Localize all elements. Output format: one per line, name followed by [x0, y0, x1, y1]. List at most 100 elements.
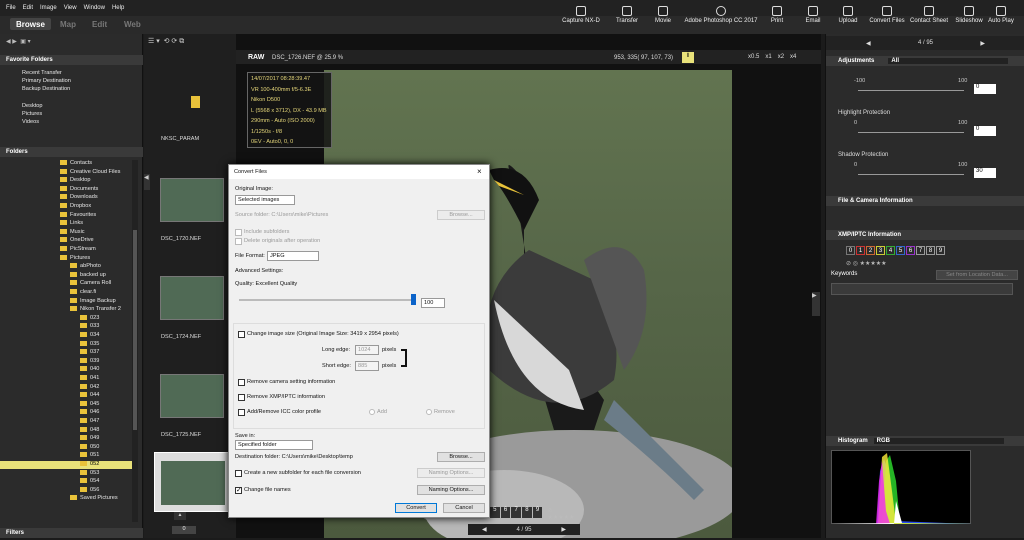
- right-pager[interactable]: ◀ 4 / 95 ▶: [826, 36, 1024, 50]
- collapse-left-arrow[interactable]: ◀: [144, 174, 150, 190]
- slider-track[interactable]: [858, 132, 964, 133]
- capture-nxd-button[interactable]: Capture NX-D: [556, 6, 606, 24]
- subfolder-naming-button[interactable]: Naming Options...: [417, 468, 485, 478]
- color-label-3[interactable]: 3: [876, 246, 885, 255]
- folder-tree-item[interactable]: 040: [0, 366, 132, 374]
- folder-tree-item[interactable]: 042: [0, 384, 132, 392]
- long-edge-field[interactable]: 1024: [355, 345, 379, 355]
- folder-tree-item[interactable]: 047: [0, 418, 132, 426]
- set-from-location-button[interactable]: Set from Location Data...: [936, 270, 1018, 280]
- info-toggle-icon[interactable]: i: [682, 52, 694, 63]
- color-label-9[interactable]: 9: [936, 246, 945, 255]
- rating-stars[interactable]: ⊘ ◎ ★★★★★: [846, 260, 887, 267]
- menu-help[interactable]: Help: [112, 5, 124, 11]
- thumb-scroll-arrow[interactable]: ▲: [174, 512, 186, 520]
- adjustment-slider[interactable]: Highlight Protection 0 100 0: [826, 110, 1024, 152]
- color-label-6[interactable]: 6: [906, 246, 915, 255]
- histogram-header[interactable]: Histogram RGB: [826, 436, 1024, 446]
- folder-tree-item[interactable]: 037: [0, 349, 132, 357]
- thumbnail[interactable]: [160, 374, 224, 418]
- remove-xmp-checkbox[interactable]: [238, 394, 245, 401]
- folder-tree-item[interactable]: Camera Roll: [0, 280, 132, 288]
- icc-remove-radio[interactable]: [426, 409, 432, 415]
- adjustment-slider[interactable]: Shadow Protection 0 100 30: [826, 152, 1024, 194]
- color-label-1[interactable]: 1: [856, 246, 865, 255]
- folder-tree-item[interactable]: Pictures: [0, 255, 132, 263]
- destination-browse-button[interactable]: Browse...: [437, 452, 485, 462]
- folder-tree-item[interactable]: Downloads: [0, 194, 132, 202]
- folder-tree-item[interactable]: 023: [0, 315, 132, 323]
- color-label-5[interactable]: 5: [896, 246, 905, 255]
- adjustment-slider[interactable]: -100 100 0: [826, 68, 1024, 110]
- slider-track[interactable]: [858, 90, 964, 91]
- view-buttons[interactable]: ☰ ▾ ⟲ ⟳ ⧉: [148, 37, 232, 47]
- folder-tree-item[interactable]: Documents: [0, 186, 132, 194]
- zoom-buttons[interactable]: x0.5 x1 x2 x4: [748, 54, 796, 60]
- folder-tree-item[interactable]: Nikon Transfer 2: [0, 306, 132, 314]
- folder-tree-item[interactable]: Image Backup: [0, 298, 132, 306]
- slider-track[interactable]: [858, 174, 964, 175]
- quality-slider-thumb[interactable]: [411, 294, 416, 305]
- color-label-8[interactable]: 8: [926, 246, 935, 255]
- folder-tree-item[interactable]: 039: [0, 358, 132, 366]
- keywords-field[interactable]: [831, 283, 1013, 295]
- folder-tree-item[interactable]: abPhoto: [0, 263, 132, 271]
- thumbnail[interactable]: [160, 276, 224, 320]
- collapse-right-arrow[interactable]: ▶: [812, 292, 820, 316]
- folder-tree-item[interactable]: 051: [0, 452, 132, 460]
- adjustments-mode-select[interactable]: All: [888, 58, 1009, 64]
- tab-browse[interactable]: Browse: [10, 18, 51, 30]
- remove-camera-info-checkbox[interactable]: [238, 379, 245, 386]
- folder-tree-item[interactable]: 050: [0, 444, 132, 452]
- folder-tree-item[interactable]: 034: [0, 332, 132, 340]
- selected-thumbnail[interactable]: [154, 452, 232, 512]
- folder-tree-item[interactable]: 045: [0, 401, 132, 409]
- aspect-link-icon[interactable]: [401, 349, 407, 367]
- folder-tree-item[interactable]: 033: [0, 323, 132, 331]
- folder-tree-item[interactable]: 049: [0, 435, 132, 443]
- source-browse-button[interactable]: Browse...: [437, 210, 485, 220]
- folder-tree-item[interactable]: Desktop: [0, 177, 132, 185]
- slider-value-field[interactable]: 0: [974, 126, 996, 136]
- fav-recent-transfer[interactable]: Recent Transfer: [22, 70, 62, 76]
- folder-tree-item[interactable]: 041: [0, 375, 132, 383]
- folder-tree-item[interactable]: Saved Pictures: [0, 495, 132, 503]
- favorite-folders-header[interactable]: Favorite Folders: [0, 55, 143, 65]
- create-subfolder-checkbox[interactable]: [235, 470, 242, 477]
- menu-window[interactable]: Window: [84, 5, 105, 11]
- folder-tree-item[interactable]: Links: [0, 220, 132, 228]
- folder-tree-item[interactable]: 054: [0, 478, 132, 486]
- file-format-select[interactable]: JPEG: [267, 251, 319, 261]
- quality-value-field[interactable]: 100: [421, 298, 445, 308]
- change-size-checkbox[interactable]: [238, 331, 245, 338]
- menu-edit[interactable]: Edit: [23, 5, 33, 11]
- file-naming-button[interactable]: Naming Options...: [417, 485, 485, 495]
- nav-arrows[interactable]: ◀ ▶ ▣ ▾: [6, 38, 56, 46]
- tab-edit[interactable]: Edit: [92, 18, 107, 30]
- folder-tree-item[interactable]: 053: [0, 470, 132, 478]
- viewer-color-labels[interactable]: 5 6 7 8 9 ⊘ ★★★★★: [490, 507, 580, 521]
- folder-tree-item[interactable]: Contacts: [0, 160, 132, 168]
- tab-web[interactable]: Web: [124, 18, 141, 30]
- color-label-4[interactable]: 4: [886, 246, 895, 255]
- xmp-iptc-header[interactable]: XMP/IPTC Information: [826, 230, 1024, 240]
- xmp-color-labels[interactable]: 0123456789: [846, 246, 945, 255]
- folder-tree-item[interactable]: OneDrive: [0, 237, 132, 245]
- histogram-mode-select[interactable]: RGB: [873, 438, 1004, 444]
- color-label-7[interactable]: 7: [916, 246, 925, 255]
- tab-map[interactable]: Map: [60, 18, 76, 30]
- auto-play-button[interactable]: Auto Play: [978, 6, 1024, 24]
- place-desktop[interactable]: Desktop: [22, 103, 43, 109]
- folder-tree-item[interactable]: Creative Cloud Files: [0, 169, 132, 177]
- folder-tree-item[interactable]: 046: [0, 409, 132, 417]
- include-subfolders-checkbox[interactable]: [235, 229, 242, 236]
- quality-slider-track[interactable]: [239, 299, 415, 301]
- short-edge-field[interactable]: 885: [355, 361, 379, 371]
- filters-header[interactable]: Filters: [0, 528, 143, 538]
- menu-view[interactable]: View: [64, 5, 77, 11]
- folder-tree-item[interactable]: 052: [0, 461, 132, 469]
- change-file-names-checkbox[interactable]: [235, 486, 242, 494]
- folder-tree[interactable]: Contacts Creative Cloud Files Desktop Docum…: [0, 160, 132, 522]
- adjustments-header[interactable]: Adjustments All: [826, 56, 1024, 66]
- thumbnail[interactable]: [160, 178, 224, 222]
